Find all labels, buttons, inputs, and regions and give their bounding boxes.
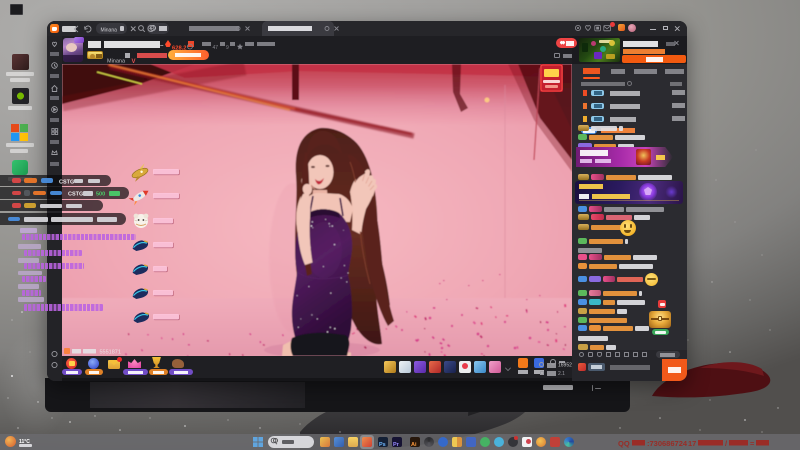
svg-text:5551871: 5551871 (100, 350, 121, 356)
